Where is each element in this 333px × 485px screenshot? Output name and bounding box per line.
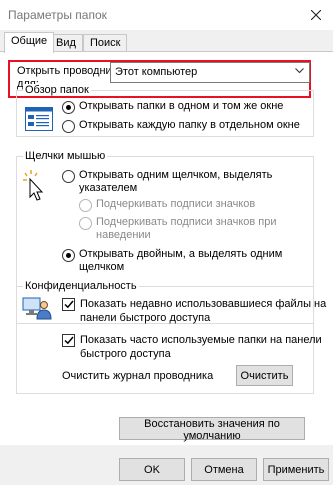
close-icon <box>311 10 321 20</box>
radio-single-click-line2: указателем <box>79 182 138 194</box>
checkbox-recent-files[interactable]: Показать недавно использовавшиеся файлы … <box>62 297 326 325</box>
privacy-title: Конфиденциальность <box>23 280 139 292</box>
radio-own-window[interactable]: Открывать каждую папку в отдельном окне <box>62 119 300 133</box>
checkbox-frequent-folders[interactable]: Показать часто используемые папки на пан… <box>62 333 322 361</box>
radio-double-click-dot[interactable] <box>62 249 75 262</box>
radio-underline-always-dot[interactable] <box>79 199 92 212</box>
checkbox-recent-files-line1: Показать недавно использовавшиеся файлы … <box>80 298 327 310</box>
tab-panel-general: Открыть проводник для: Этот компьютер Об… <box>0 51 333 445</box>
apply-button[interactable]: Применить <box>263 458 329 481</box>
clear-history-button[interactable]: Очистить <box>236 365 293 386</box>
close-button[interactable] <box>305 4 327 26</box>
checkbox-frequent-folders-line1: Показать часто используемые папки на пан… <box>80 334 322 346</box>
checkbox-recent-files-line2: панели быстрого доступа <box>80 312 211 324</box>
privacy-icon <box>22 297 52 320</box>
radio-own-window-dot[interactable] <box>62 120 75 133</box>
open-explorer-value: Этот компьютер <box>115 66 198 78</box>
click-items-title: Щелчки мышью <box>23 150 108 162</box>
restore-defaults-button[interactable]: Восстановить значения по умолчанию <box>119 417 305 442</box>
radio-double-click[interactable]: Открывать двойным, а выделять одним щелч… <box>62 248 282 274</box>
radio-own-window-label: Открывать каждую папку в отдельном окне <box>79 119 300 131</box>
ok-button[interactable]: OK <box>119 458 185 481</box>
open-explorer-label-line1: Открыть проводник <box>17 65 117 77</box>
radio-same-window-label: Открывать папки в одном и том же окне <box>79 100 284 112</box>
tab-general[interactable]: Общие <box>4 32 55 53</box>
radio-underline-hover-dot[interactable] <box>79 217 92 230</box>
folder-window-icon <box>25 107 53 131</box>
check-icon <box>63 300 74 309</box>
radio-same-window[interactable]: Открывать папки в одном и том же окне <box>62 100 283 114</box>
tab-strip: Общие Вид Поиск <box>0 30 333 53</box>
radio-underline-always[interactable]: Подчеркивать подписи значков <box>79 198 255 212</box>
cursor-click-icon <box>23 170 44 201</box>
checkbox-recent-files-box[interactable] <box>62 298 75 311</box>
clear-history-label: Очистить журнал проводника <box>62 370 214 382</box>
title-bar: Параметры папок <box>0 0 333 30</box>
checkbox-frequent-folders-line2: быстрого доступа <box>80 348 171 360</box>
open-explorer-dropdown[interactable]: Этот компьютер <box>110 62 310 83</box>
check-icon <box>63 336 74 345</box>
radio-single-click-dot[interactable] <box>62 170 75 183</box>
cancel-button[interactable]: Отмена <box>191 458 257 481</box>
checkbox-frequent-folders-box[interactable] <box>62 334 75 347</box>
radio-single-click[interactable]: Открывать одним щелчком, выделять указат… <box>62 169 272 195</box>
chevron-down-icon <box>295 68 304 74</box>
radio-underline-hover-line2: наведении <box>96 229 151 241</box>
radio-double-click-line2: щелчком <box>79 261 125 273</box>
radio-single-click-line1: Открывать одним щелчком, выделять <box>79 169 273 181</box>
radio-underline-hover-line1: Подчеркивать подписи значков при <box>96 216 277 228</box>
tab-search[interactable]: Поиск <box>83 34 128 52</box>
radio-underline-always-label: Подчеркивать подписи значков <box>96 198 256 210</box>
browse-folders-title: Обзор папок <box>23 84 91 96</box>
dialog-footer: OK Отмена Применить <box>0 445 333 485</box>
radio-underline-hover[interactable]: Подчеркивать подписи значков при наведен… <box>79 216 277 242</box>
window-title: Параметры папок <box>8 8 107 22</box>
radio-same-window-dot[interactable] <box>62 101 75 114</box>
radio-double-click-line1: Открывать двойным, а выделять одним <box>79 248 283 260</box>
